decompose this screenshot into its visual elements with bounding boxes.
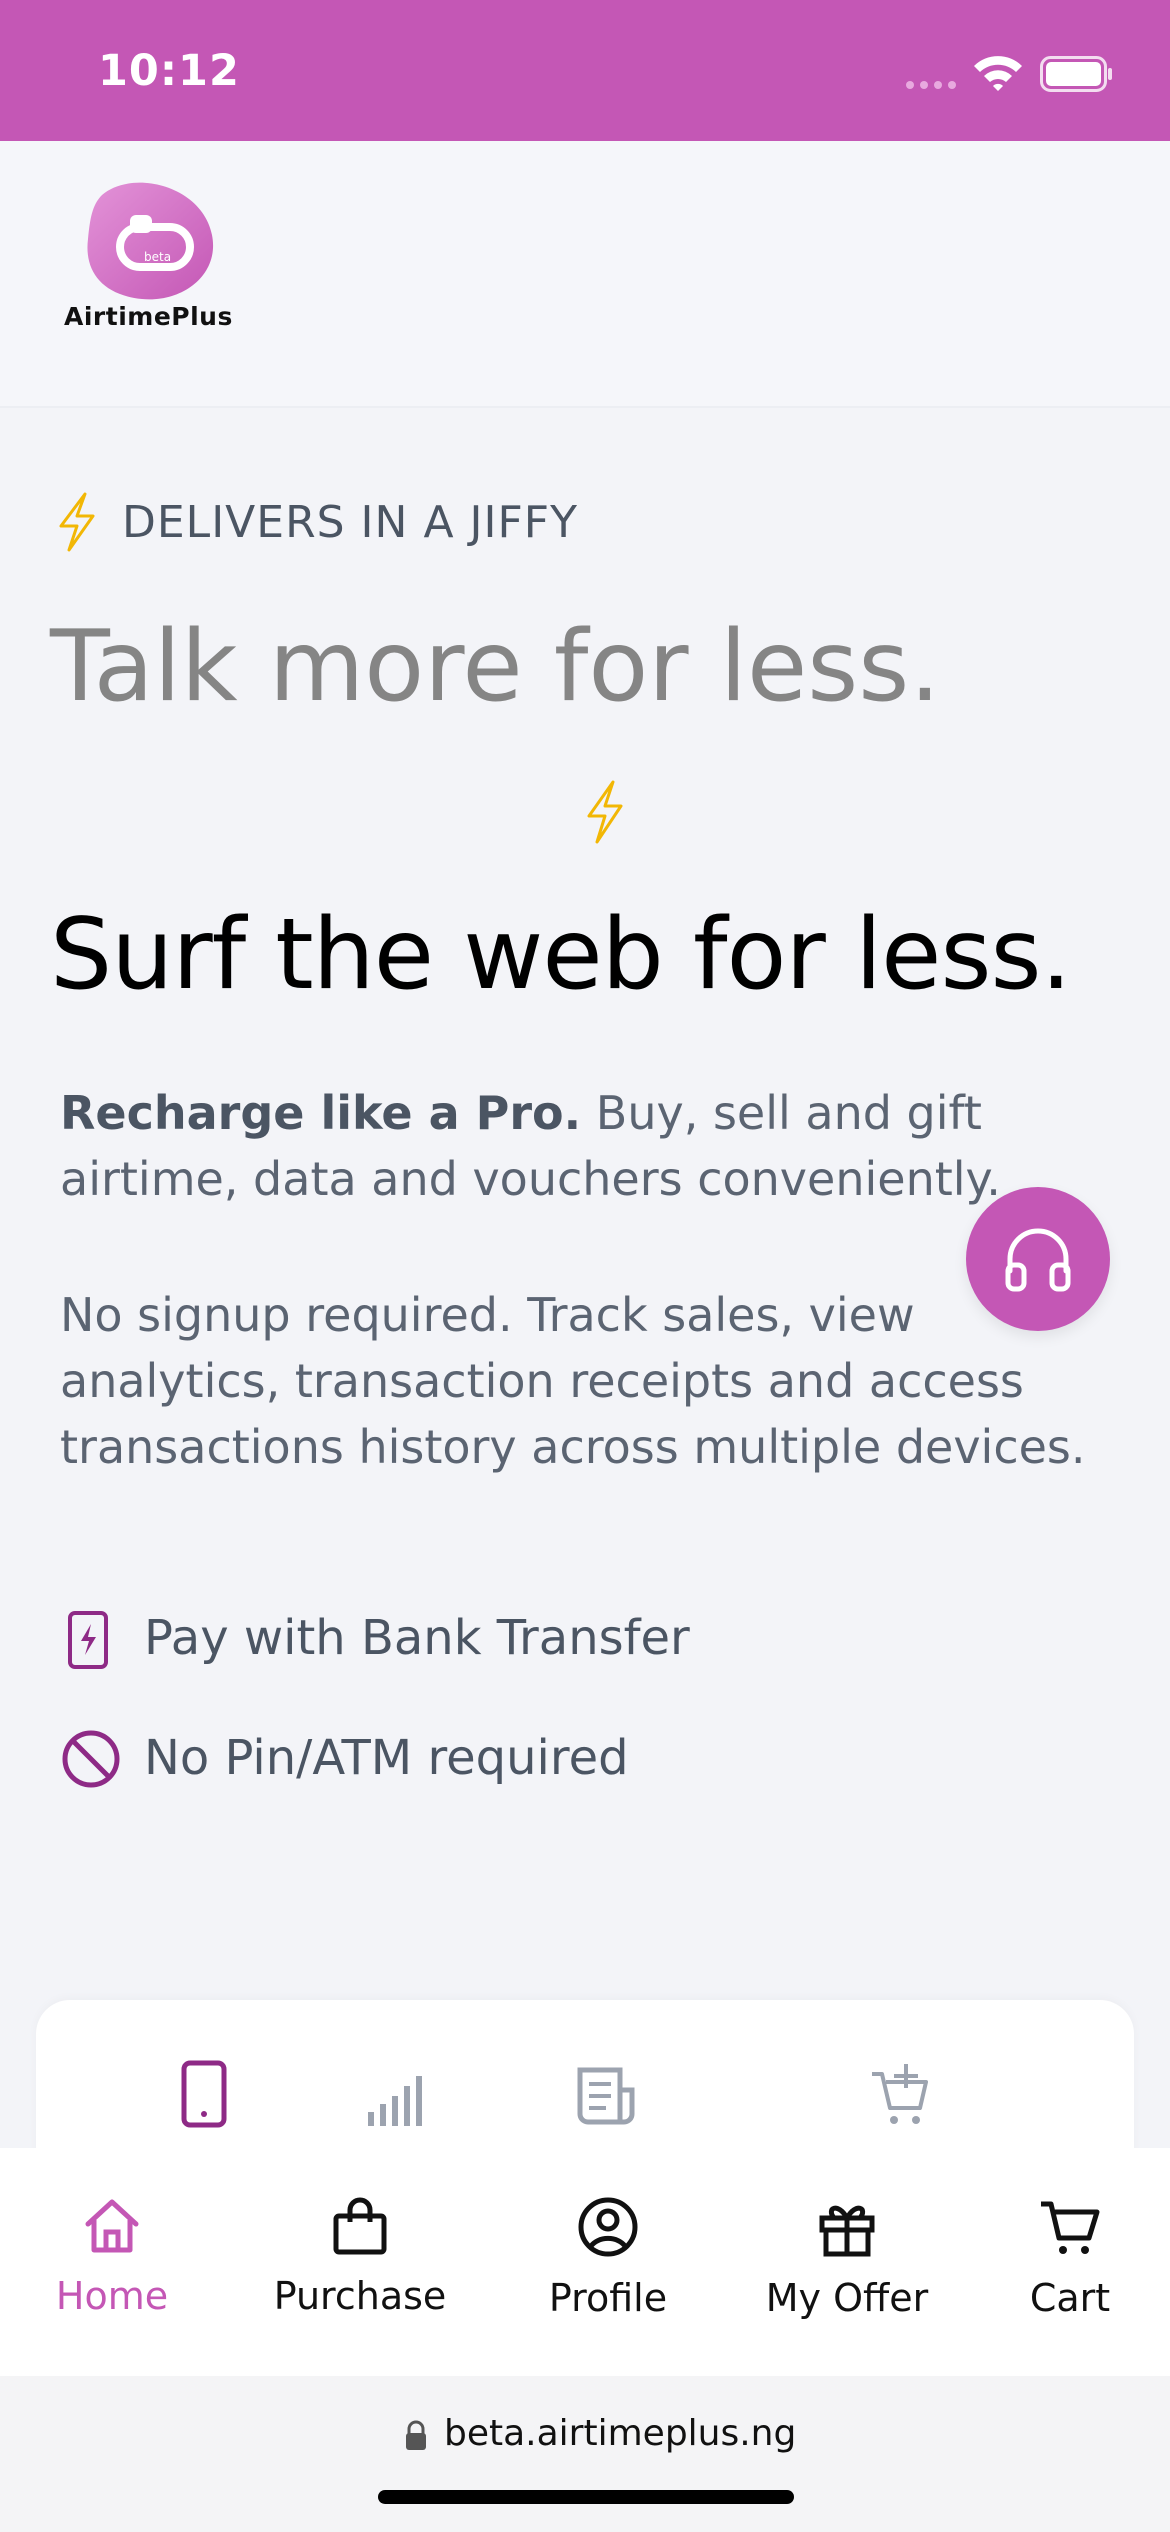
logo-wordmark: AirtimePlus <box>64 302 233 331</box>
user-circle-icon <box>578 2197 638 2257</box>
headline-talk: Talk more for less. <box>50 610 941 724</box>
tab-cart[interactable]: Cart <box>1010 2150 1130 2360</box>
lightning-bolt-icon <box>59 492 95 552</box>
shopping-bag-icon <box>333 2197 387 2255</box>
cellular-signal-icon <box>906 81 956 89</box>
newspaper-icon[interactable] <box>576 2060 636 2130</box>
lock-icon <box>406 2420 426 2450</box>
home-icon <box>85 2199 139 2253</box>
wifi-icon <box>974 56 1022 91</box>
browser-url-bar[interactable] <box>0 2376 1170 2532</box>
hero-kicker: DELIVERS IN A JIFFY <box>122 497 578 548</box>
headline-surf: Surf the web for less. <box>50 898 1072 1012</box>
signal-bars-icon[interactable] <box>364 2060 424 2130</box>
charging-phone-icon <box>68 1611 108 1669</box>
feature-bank-transfer: Pay with Bank Transfer <box>144 1610 690 1666</box>
support-button[interactable] <box>966 1187 1110 1331</box>
features-paragraph: No signup required. Track sales, view an… <box>60 1288 1086 1474</box>
svg-text:beta: beta <box>144 250 171 264</box>
url-text[interactable]: beta.airtimeplus.ng <box>444 2413 796 2454</box>
phone-icon[interactable] <box>176 2060 236 2130</box>
tab-purchase-label: Purchase <box>273 2274 447 2318</box>
home-indicator[interactable] <box>378 2490 794 2504</box>
battery-icon <box>1040 56 1112 92</box>
tab-purchase[interactable]: Purchase <box>260 2150 460 2360</box>
status-time: 10:12 <box>98 46 240 96</box>
prohibited-icon <box>62 1730 120 1788</box>
tab-home[interactable]: Home <box>34 2150 190 2360</box>
intro-paragraph: Recharge like a Pro. Buy, sell and gift … <box>60 1080 1140 1212</box>
tab-profile-label: Profile <box>548 2276 668 2320</box>
feature-no-pin: No Pin/ATM required <box>144 1730 629 1786</box>
cart-plus-icon[interactable] <box>870 2060 930 2130</box>
lightning-bolt-icon <box>587 780 623 844</box>
tab-my-offer-label: My Offer <box>765 2276 929 2320</box>
tab-home-label: Home <box>55 2274 169 2318</box>
tab-cart-label: Cart <box>1029 2276 1111 2320</box>
cart-icon <box>1041 2201 1100 2254</box>
headphones-icon <box>1005 1228 1071 1292</box>
tab-my-offer[interactable]: My Offer <box>762 2150 932 2360</box>
intro-bold: Recharge like a Pro. <box>60 1086 582 1140</box>
tab-profile[interactable]: Profile <box>528 2150 688 2360</box>
gift-icon <box>819 2205 875 2257</box>
